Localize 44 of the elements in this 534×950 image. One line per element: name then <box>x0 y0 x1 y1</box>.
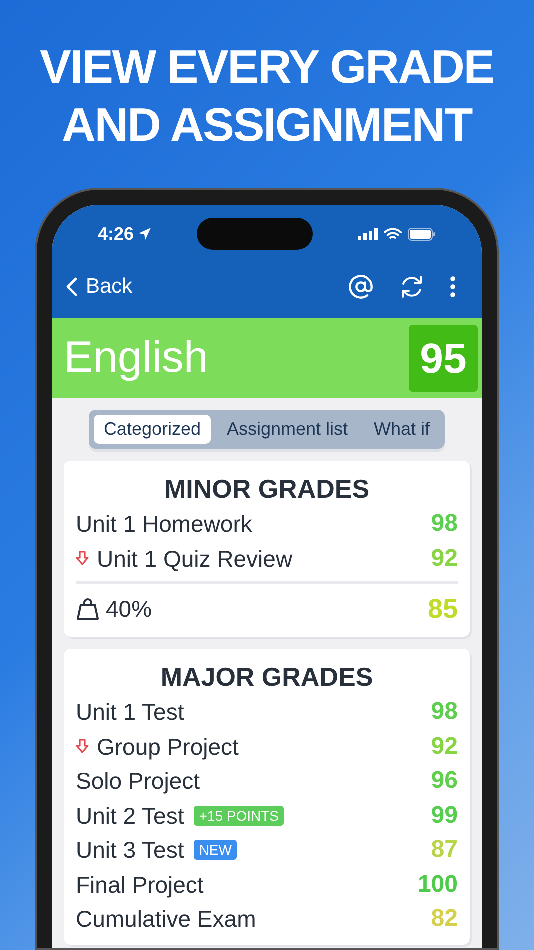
assignment-name[interactable]: Unit 3 Test <box>76 833 184 868</box>
assignment-name[interactable]: Unit 1 Homework <box>76 507 252 542</box>
category-title: MINOR GRADES <box>163 473 371 506</box>
assignment-grade: 92 <box>431 732 458 762</box>
assignment-grade: 96 <box>431 766 458 796</box>
assignment-tag: NEW <box>194 840 237 860</box>
battery-icon <box>408 228 436 240</box>
back-button[interactable]: Back <box>66 270 133 302</box>
assignment-tag: +15 POINTS <box>194 806 284 826</box>
course-grade: 95 <box>409 324 478 392</box>
at-sign-icon[interactable] <box>348 274 374 300</box>
headline: VIEW EVERY GRADE <box>40 39 494 95</box>
down-arrow-icon <box>76 551 89 566</box>
category-grade: 85 <box>428 592 458 626</box>
weight-icon <box>76 597 100 621</box>
course-title: English <box>64 332 208 384</box>
chevron-left-icon <box>66 276 78 296</box>
assignment-grade: 99 <box>431 800 458 831</box>
refresh-icon[interactable] <box>400 274 424 298</box>
assignment-name[interactable]: Unit 1 Test <box>76 695 184 730</box>
assignment-name[interactable]: Unit 2 Test <box>76 798 184 833</box>
assignment-grade: 82 <box>431 904 458 934</box>
wifi-icon <box>384 228 402 240</box>
assignment-grade: 98 <box>431 697 458 728</box>
assignment-grade: 98 <box>431 509 458 540</box>
view-tab[interactable]: Categorized <box>94 415 211 444</box>
category-weight: 40% <box>106 594 152 624</box>
view-tab[interactable]: What if <box>364 415 440 444</box>
category-title: MAJOR GRADES <box>160 661 374 694</box>
location-icon <box>138 227 152 241</box>
signal-icon <box>358 228 378 240</box>
assignment-grade: 87 <box>431 835 458 866</box>
assignment-name[interactable]: Cumulative Exam <box>76 902 256 936</box>
assignment-name[interactable]: Unit 1 Quiz Review <box>97 542 293 576</box>
headline: AND ASSIGNMENT <box>62 97 472 153</box>
assignment-name[interactable]: Final Project <box>76 868 204 902</box>
status-time: 4:26 <box>98 222 134 246</box>
down-arrow-icon <box>76 739 89 754</box>
assignment-grade: 92 <box>431 544 458 574</box>
more-icon[interactable] <box>450 276 456 298</box>
view-tab[interactable]: Assignment list <box>217 415 358 444</box>
assignment-name[interactable]: Group Project <box>97 730 239 764</box>
assignment-name[interactable]: Solo Project <box>76 764 200 798</box>
assignment-grade: 100 <box>418 870 458 900</box>
